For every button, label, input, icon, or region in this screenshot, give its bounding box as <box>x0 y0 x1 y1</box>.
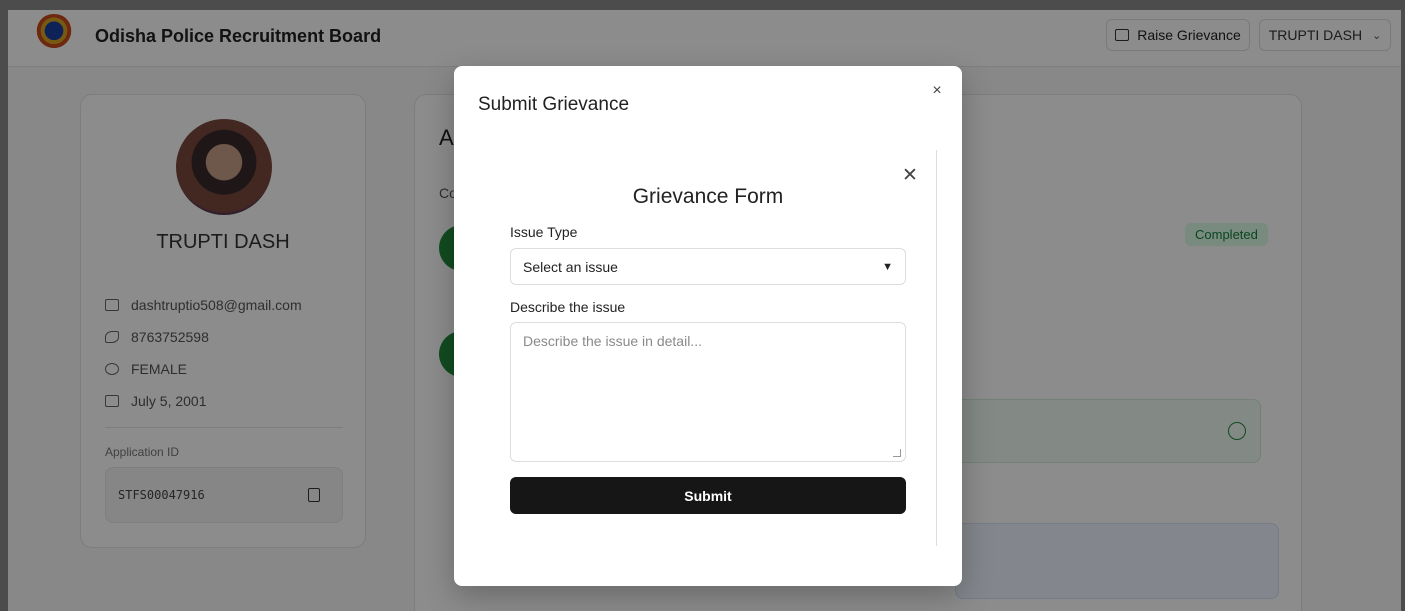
form-close-icon[interactable]: ✕ <box>900 166 920 186</box>
issue-type-selected: Select an issue <box>523 258 618 275</box>
submit-grievance-modal: Submit Grievance × ✕ Grievance Form Issu… <box>454 66 962 586</box>
chevron-down-icon: ▼ <box>882 260 893 273</box>
issue-type-select[interactable]: Select an issue ▼ <box>510 248 906 285</box>
issue-type-label: Issue Type <box>510 224 578 240</box>
submit-button[interactable]: Submit <box>510 477 906 514</box>
modal-title: Submit Grievance <box>478 94 630 115</box>
describe-label: Describe the issue <box>510 299 626 315</box>
form-title: Grievance Form <box>632 185 784 208</box>
modal-scrollbar[interactable] <box>936 150 937 546</box>
describe-placeholder: Describe the issue in detail... <box>523 333 702 349</box>
modal-close-icon[interactable]: × <box>928 82 946 100</box>
describe-textarea[interactable]: Describe the issue in detail... <box>510 322 906 462</box>
resize-handle-icon[interactable] <box>893 449 901 457</box>
